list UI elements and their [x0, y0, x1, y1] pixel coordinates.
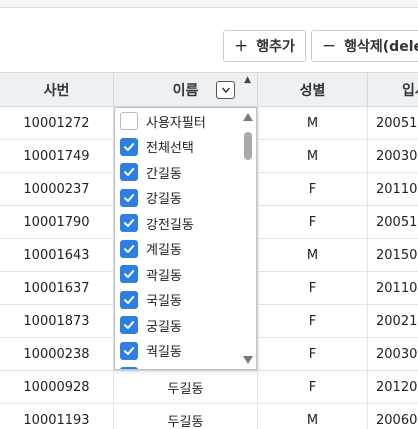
cell-join-date[interactable]: 20051 [368, 206, 418, 238]
filter-option[interactable]: 강전길동 [120, 212, 194, 234]
filter-option[interactable]: 강길동 [120, 187, 182, 209]
cell-employee-id[interactable]: 10000237 [0, 173, 114, 205]
cell-employee-id[interactable]: 10001873 [0, 305, 114, 337]
cell-gender[interactable]: F [258, 305, 368, 337]
filter-option-label: 국길동 [146, 294, 182, 309]
delete-row-label: 행삭제(delete) [344, 39, 418, 55]
cell-name[interactable]: 두길동 [114, 404, 258, 429]
column-header-id[interactable]: 사번 [0, 73, 114, 107]
column-filter-button[interactable] [216, 81, 235, 99]
filter-option-label: 계길동 [146, 243, 182, 258]
column-header-name[interactable]: 이름 ▲ [114, 73, 258, 107]
checkbox-checked[interactable] [120, 214, 138, 232]
cell-join-date[interactable]: 20021 [368, 305, 418, 337]
cell-gender[interactable]: F [258, 206, 368, 238]
filter-option[interactable]: 전체선택 [120, 136, 194, 158]
filter-option[interactable]: 귀길동 [120, 365, 182, 370]
cell-gender[interactable]: F [258, 338, 368, 370]
chevron-down-icon [221, 87, 230, 94]
checkbox-unchecked[interactable] [120, 112, 138, 130]
checkmark-icon [124, 295, 135, 304]
cell-join-date[interactable]: 20051 [368, 107, 418, 139]
checkbox-checked[interactable] [120, 265, 138, 283]
cell-employee-id[interactable]: 10001637 [0, 272, 114, 304]
cell-gender[interactable]: M [258, 107, 368, 139]
filter-option[interactable]: 사용자필터 [120, 110, 206, 132]
cell-employee-id[interactable]: 10001193 [0, 404, 114, 429]
cell-join-date[interactable]: 20110 [368, 272, 418, 304]
checkmark-icon [124, 346, 135, 355]
column-header-gender[interactable]: 성별 [258, 73, 368, 107]
cell-gender[interactable]: F [258, 371, 368, 403]
checkbox-checked[interactable] [120, 163, 138, 181]
table-row[interactable]: 10001193 두길동 M 20060 [0, 404, 418, 429]
add-row-button[interactable]: + 행추가 [223, 30, 306, 62]
cell-name[interactable]: 두길동 [114, 371, 258, 403]
filter-option-label: 강전길동 [146, 217, 194, 233]
cell-employee-id[interactable]: 10000238 [0, 338, 114, 370]
cell-gender[interactable]: M [258, 404, 368, 429]
minus-icon: − [321, 35, 337, 56]
column-header-join-date[interactable]: 입사 [368, 73, 418, 107]
sort-up-icon[interactable]: ▲ [244, 75, 251, 85]
scrollbar-thumb[interactable] [244, 132, 252, 160]
filter-option[interactable]: 국길동 [120, 289, 182, 311]
checkmark-icon [124, 321, 135, 329]
cell-join-date[interactable]: 20110 [368, 173, 418, 205]
filter-option-label: 귀길동 [146, 367, 182, 370]
checkbox-checked[interactable] [120, 239, 138, 258]
grid-toolbar: + 행추가 − 행삭제(delete) [223, 30, 418, 62]
checkmark-icon [124, 270, 135, 278]
checkmark-icon [124, 193, 135, 202]
cell-join-date[interactable]: 20150 [368, 239, 418, 271]
checkbox-checked[interactable] [120, 341, 138, 360]
filter-option[interactable]: 궁길동 [120, 314, 182, 336]
cell-gender[interactable]: M [258, 140, 368, 172]
delete-row-button[interactable]: − 행삭제(delete) [310, 30, 418, 62]
checkbox-checked[interactable] [120, 367, 138, 369]
name-filter-dropdown: 사용자필터전체선택간길동강길동강전길동계길동곽길동국길동궁길동궉길동귀길동 [114, 107, 257, 370]
checkmark-icon [124, 219, 135, 227]
filter-option-label: 곽길동 [146, 268, 182, 284]
grid-header: 사번 이름 ▲ 성별 입사 [0, 72, 418, 107]
cell-employee-id[interactable]: 10001643 [0, 239, 114, 271]
filter-scrollbar[interactable] [240, 108, 256, 369]
checkmark-icon [124, 142, 135, 151]
filter-option-label: 궉길동 [146, 345, 182, 360]
plus-icon: + [234, 35, 249, 56]
checkbox-checked[interactable] [120, 290, 138, 309]
filter-option-label: 사용자필터 [146, 115, 206, 131]
top-panel-edge [0, 0, 418, 8]
filter-option[interactable]: 곽길동 [120, 263, 182, 285]
filter-option-label: 전체선택 [146, 141, 194, 156]
cell-join-date[interactable]: 20060 [368, 404, 418, 429]
cell-join-date[interactable]: 20120 [368, 371, 418, 403]
filter-option-label: 강길동 [146, 192, 182, 207]
checkmark-icon [124, 244, 135, 253]
cell-employee-id[interactable]: 10001272 [0, 107, 114, 139]
checkmark-icon [124, 168, 135, 176]
cell-gender[interactable]: M [258, 239, 368, 271]
scroll-up-icon[interactable] [242, 112, 254, 122]
filter-option-label: 궁길동 [146, 319, 182, 335]
filter-option[interactable]: 간길동 [120, 161, 182, 183]
checkbox-checked[interactable] [120, 316, 138, 334]
add-row-label: 행추가 [256, 39, 295, 55]
cell-employee-id[interactable]: 10001790 [0, 206, 114, 238]
cell-gender[interactable]: F [258, 272, 368, 304]
filter-option[interactable]: 궉길동 [120, 340, 182, 362]
scroll-down-icon[interactable] [242, 355, 254, 365]
checkbox-checked[interactable] [120, 188, 138, 207]
cell-employee-id[interactable]: 10000928 [0, 371, 114, 403]
table-row[interactable]: 10000928 두길동 F 20120 [0, 371, 418, 404]
cell-gender[interactable]: F [258, 173, 368, 205]
cell-employee-id[interactable]: 10001749 [0, 140, 114, 172]
cell-join-date[interactable]: 20030 [368, 140, 418, 172]
checkbox-checked[interactable] [120, 137, 138, 156]
filter-option[interactable]: 계길동 [120, 238, 182, 260]
cell-join-date[interactable]: 20030 [368, 338, 418, 370]
filter-option-label: 간길동 [146, 166, 182, 182]
